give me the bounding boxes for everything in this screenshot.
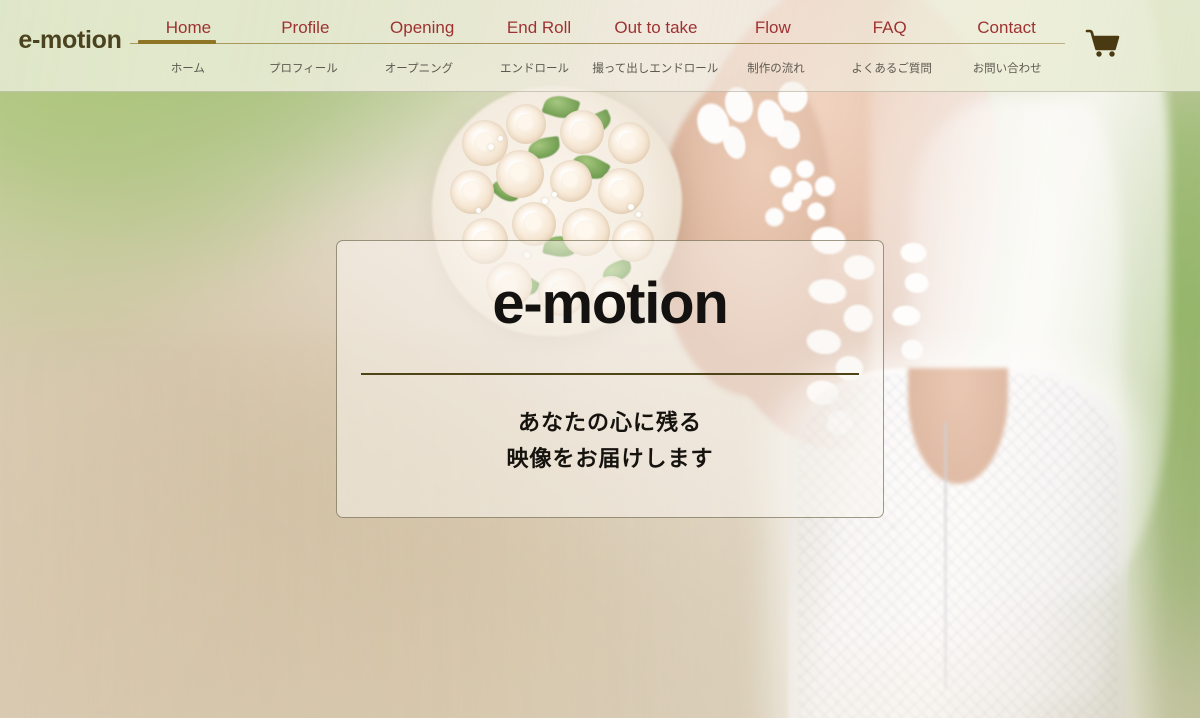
nav-label-jp: お問い合わせ: [972, 63, 1042, 75]
babys-breath: [476, 208, 481, 213]
babys-breath: [542, 198, 548, 204]
nav-item-home-jp[interactable]: ホーム: [130, 60, 246, 78]
nav-label-en: Opening: [390, 18, 455, 37]
nav-row-japanese: ホーム プロフィール オープニング エンドロール 撮って出しエンドロール 制作の…: [130, 56, 1065, 78]
gown-center-seam: [944, 422, 947, 688]
shopping-cart-icon: [1085, 29, 1120, 57]
cart-button[interactable]: [1082, 22, 1126, 66]
site-header: e-motion Home Profile Opening End Roll O…: [0, 0, 1200, 92]
bouquet-rose: [598, 168, 644, 214]
nav-label-jp: よくあるご質問: [851, 63, 932, 75]
bouquet-rose: [506, 104, 546, 144]
nav-label-en: Flow: [754, 18, 791, 37]
nav-item-opening-jp[interactable]: オープニング: [361, 60, 477, 78]
babys-breath: [498, 136, 503, 141]
nav-label-jp: オープニング: [384, 63, 454, 75]
nav-item-end-roll-jp[interactable]: エンドロール: [477, 60, 593, 78]
nav-item-faq[interactable]: FAQ: [831, 18, 948, 38]
nav-item-contact-jp[interactable]: お問い合わせ: [949, 60, 1065, 78]
nav-label-jp: 制作の流れ: [747, 63, 805, 75]
nav-label-jp: プロフィール: [268, 63, 338, 75]
bouquet-rose: [450, 170, 494, 214]
babys-breath: [628, 204, 634, 210]
babys-breath: [636, 212, 641, 217]
hero-title: e-motion: [492, 271, 728, 336]
bouquet-rose: [608, 122, 650, 164]
nav-label-en: Profile: [281, 18, 330, 37]
nav-item-profile[interactable]: Profile: [247, 18, 364, 38]
page-root: e-motion Home Profile Opening End Roll O…: [0, 0, 1200, 718]
nav-item-opening[interactable]: Opening: [364, 18, 481, 38]
nav-label-jp: ホーム: [170, 63, 205, 75]
main-navigation: Home Profile Opening End Roll Out to tak…: [130, 0, 1065, 92]
nav-item-end-roll[interactable]: End Roll: [481, 18, 598, 38]
site-logo[interactable]: e-motion: [10, 26, 130, 55]
nav-item-flow-jp[interactable]: 制作の流れ: [718, 60, 834, 78]
nav-label-en: Home: [165, 18, 212, 37]
nav-item-flow[interactable]: Flow: [714, 18, 831, 38]
hero-divider: [361, 373, 859, 375]
hero-subtitle-line-2: 映像をお届けします: [506, 446, 714, 471]
babys-breath: [552, 192, 557, 197]
nav-item-profile-jp[interactable]: プロフィール: [246, 60, 362, 78]
nav-label-en: Contact: [977, 18, 1036, 37]
nav-label-en: End Roll: [506, 18, 572, 37]
nav-item-contact[interactable]: Contact: [948, 18, 1065, 38]
nav-label-en: Out to take: [614, 18, 698, 37]
nav-label-en: FAQ: [872, 18, 907, 37]
nav-row-english: Home Profile Opening End Roll Out to tak…: [130, 12, 1065, 38]
nav-divider-rule: [130, 43, 1065, 44]
nav-item-out-to-take[interactable]: Out to take: [598, 18, 715, 38]
hero-card: e-motion あなたの心に残る 映像をお届けします: [336, 240, 884, 518]
babys-breath: [488, 144, 494, 150]
nav-active-indicator: [138, 40, 216, 44]
nav-item-faq-jp[interactable]: よくあるご質問: [834, 60, 950, 78]
nav-label-jp: エンドロール: [500, 63, 570, 75]
hero-subtitle: あなたの心に残る 映像をお届けします: [337, 405, 883, 477]
bouquet-rose: [560, 110, 604, 154]
bouquet-rose: [496, 150, 544, 198]
nav-label-jp: 撮って出しエンドロール: [592, 63, 719, 75]
nav-item-home[interactable]: Home: [130, 18, 247, 38]
hero-subtitle-line-1: あなたの心に残る: [517, 410, 702, 435]
nav-item-out-to-take-jp[interactable]: 撮って出しエンドロール: [592, 60, 718, 78]
